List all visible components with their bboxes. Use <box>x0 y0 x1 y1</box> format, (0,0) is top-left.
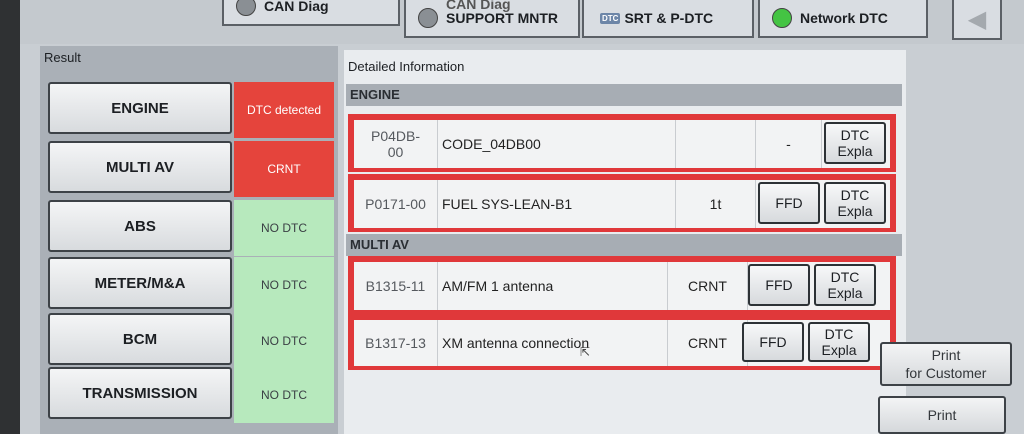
ecu-button-abs[interactable]: ABS <box>48 200 232 252</box>
dtc-status: 1t <box>676 180 756 228</box>
status-lamp-icon <box>772 8 792 28</box>
dtc-explanation-button[interactable]: DTC Expla <box>808 322 870 362</box>
ffd-button[interactable]: FFD <box>742 322 804 362</box>
ffd-button[interactable]: FFD <box>758 182 820 224</box>
tab-label-stack: CAN Diag SUPPORT MNTR <box>446 0 558 26</box>
tab-support-mntr[interactable]: CAN Diag SUPPORT MNTR <box>404 0 580 38</box>
mouse-cursor-icon: ⇱ <box>580 345 591 359</box>
dtc-code: P04DB- 00 <box>354 120 438 168</box>
dtc-row-body: P0171-00 FUEL SYS-LEAN-B1 1t FFD DTC Expl… <box>354 180 890 228</box>
ecu-button-multi-av[interactable]: MULTI AV <box>48 141 232 193</box>
dtc-description: XM antenna connection <box>438 320 668 366</box>
dtc-code: B1315-11 <box>354 262 438 310</box>
ecu-button-meter[interactable]: METER/M&A <box>48 257 232 309</box>
result-row-engine: ENGINE DTC detected <box>46 82 336 138</box>
ffd-placeholder: - <box>756 120 822 168</box>
dtc-code: P0171-00 <box>354 180 438 228</box>
dtc-row-body: B1315-11 AM/FM 1 antenna CRNT FFD DTC Exp… <box>354 262 890 310</box>
dtc-row-body: B1317-13 XM antenna connection CRNT FFD … <box>354 320 890 366</box>
back-arrow-button[interactable]: ◀ <box>952 0 1002 40</box>
ecu-status-abs: NO DTC <box>234 200 334 256</box>
print-button[interactable]: Print <box>878 396 1006 434</box>
print-customer-line2: for Customer <box>905 365 987 381</box>
ecu-button-bcm[interactable]: BCM <box>48 313 232 365</box>
dtc-row[interactable]: P0171-00 FUEL SYS-LEAN-B1 1t FFD DTC Expl… <box>348 174 896 232</box>
arrow-left-icon: ◀ <box>967 5 987 33</box>
dtc-icon: DTC <box>600 12 621 24</box>
ecu-status-transmission: NO DTC <box>234 367 334 423</box>
result-row-meter: METER/M&A NO DTC <box>46 257 336 313</box>
dtc-explanation-button[interactable]: DTC Expla <box>814 264 876 306</box>
result-panel-title: Result <box>44 50 81 65</box>
dtc-row[interactable]: B1317-13 XM antenna connection CRNT FFD … <box>348 314 896 370</box>
detail-panel: Detailed Information ENGINE P04DB- 00 CO… <box>344 50 906 434</box>
dtc-row-body: P04DB- 00 CODE_04DB00 - DTC Expla <box>354 120 890 168</box>
dtc-code-line1: P04DB- <box>370 128 421 144</box>
dtc-explanation-button[interactable]: DTC Expla <box>824 122 886 164</box>
dtc-description: CODE_04DB00 <box>438 120 676 168</box>
result-row-multi-av: MULTI AV CRNT <box>46 141 336 197</box>
tab-network-dtc[interactable]: Network DTC <box>758 0 928 38</box>
tab-label-line2: SUPPORT MNTR <box>446 10 558 26</box>
tab-srt-p-dtc[interactable]: DTC SRT & P-DTC <box>582 0 754 38</box>
dtc-row[interactable]: P04DB- 00 CODE_04DB00 - DTC Expla <box>348 114 896 172</box>
section-header-multi-av: MULTI AV <box>346 234 902 256</box>
ecu-status-bcm: NO DTC <box>234 313 334 369</box>
result-row-abs: ABS NO DTC <box>46 200 336 256</box>
ecu-button-engine[interactable]: ENGINE <box>48 82 232 134</box>
result-row-transmission: TRANSMISSION NO DTC <box>46 367 336 423</box>
dtc-code-line2: 00 <box>387 144 404 160</box>
dtc-description: FUEL SYS-LEAN-B1 <box>438 180 676 228</box>
dtc-status <box>676 120 756 168</box>
status-lamp-icon <box>418 8 438 28</box>
print-for-customer-button[interactable]: Print for Customer <box>880 342 1012 386</box>
tab-can-diag[interactable]: CAN Diag <box>222 0 400 26</box>
dtc-row[interactable]: B1315-11 AM/FM 1 antenna CRNT FFD DTC Exp… <box>348 256 896 314</box>
detail-panel-title: Detailed Information <box>348 59 465 74</box>
ffd-dash: - <box>786 136 791 152</box>
status-lamp-icon <box>236 0 256 16</box>
tab-label: SRT & P-DTC <box>624 10 714 26</box>
dtc-description: AM/FM 1 antenna <box>438 262 668 310</box>
dtc-status: CRNT <box>668 320 748 366</box>
ecu-status-meter: NO DTC <box>234 257 334 313</box>
print-customer-line1: Print <box>931 347 961 363</box>
ffd-button[interactable]: FFD <box>748 264 810 306</box>
ecu-status-engine: DTC detected <box>234 82 334 138</box>
dtc-explanation-button[interactable]: DTC Expla <box>824 182 886 224</box>
ecu-status-multi-av: CRNT <box>234 141 334 197</box>
result-row-bcm: BCM NO DTC <box>46 313 336 369</box>
section-header-engine: ENGINE <box>346 84 902 106</box>
tab-label: Network DTC <box>800 10 888 26</box>
tab-label: CAN Diag <box>264 0 329 14</box>
ecu-button-transmission[interactable]: TRANSMISSION <box>48 367 232 419</box>
dtc-code: B1317-13 <box>354 320 438 366</box>
dtc-status: CRNT <box>668 262 748 310</box>
